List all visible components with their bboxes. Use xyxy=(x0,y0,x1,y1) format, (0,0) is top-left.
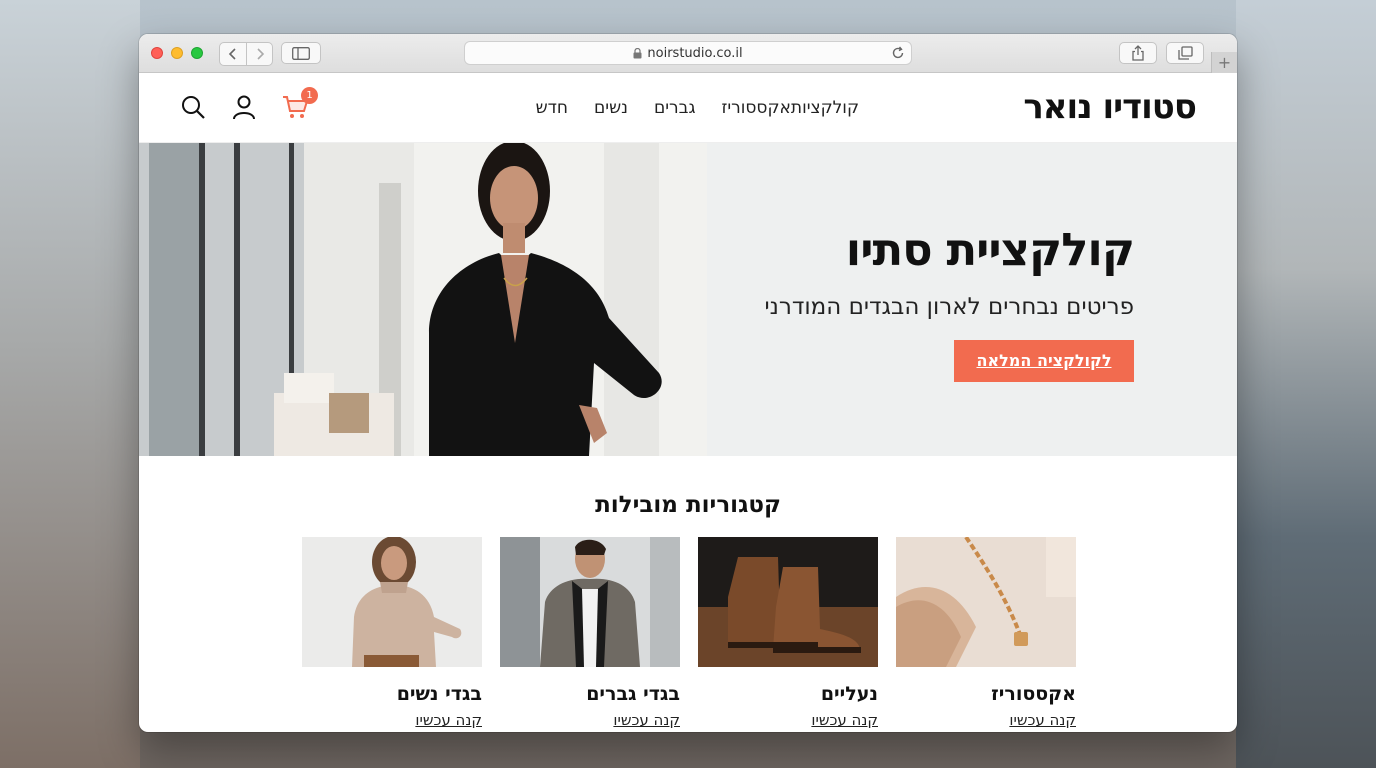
zoom-window-button[interactable] xyxy=(191,47,203,59)
shop-now-link[interactable]: קנה עכשיו xyxy=(302,711,482,729)
web-page: סטודיו נואר חדש נשים גברים אקססוריז קולק… xyxy=(139,73,1237,732)
category-card-womens-clothing[interactable]: בגדי נשים קנה עכשיו xyxy=(302,536,482,729)
account-button[interactable] xyxy=(230,93,258,121)
full-collection-button[interactable]: לקולקציה המלאה xyxy=(954,340,1134,382)
shop-now-link[interactable]: קנה עכשיו xyxy=(698,711,878,729)
category-card-accessories[interactable]: אקססוריז קנה עכשיו xyxy=(896,535,1076,729)
categories-title: קטגוריות מובילות xyxy=(595,492,781,518)
top-categories-section: קטגוריות מובילות אקססוריז קנה עכשיו נעלי… xyxy=(139,456,1237,732)
history-buttons xyxy=(219,42,273,66)
new-tab-button[interactable]: + xyxy=(1211,52,1237,73)
lock-icon xyxy=(633,47,642,59)
shop-now-link[interactable]: קנה עכשיו xyxy=(896,711,1076,729)
header-actions: 1 xyxy=(179,87,318,121)
category-name: נעליים xyxy=(820,683,878,705)
minimize-window-button[interactable] xyxy=(171,47,183,59)
cart-button[interactable]: 1 xyxy=(281,87,318,121)
category-card-shoes[interactable]: נעליים קנה עכשיו xyxy=(698,537,878,729)
hero-subtitle: פריטים נבחרים לארון הבגדים המודרני xyxy=(764,294,1134,320)
chevron-left-icon xyxy=(228,48,236,60)
category-name: בגדי נשים xyxy=(396,683,482,705)
category-name: בגדי גברים xyxy=(586,683,680,705)
desktop-background-right xyxy=(1236,0,1376,768)
user-icon xyxy=(233,95,255,120)
window-controls xyxy=(151,47,203,59)
tabs-icon xyxy=(1177,46,1193,60)
nav-item-men[interactable]: גברים xyxy=(654,98,696,118)
nav-item-women[interactable]: נשים xyxy=(594,98,628,118)
site-header: סטודיו נואר חדש נשים גברים אקססוריז קולק… xyxy=(139,73,1237,143)
forward-button[interactable] xyxy=(246,43,272,65)
nav-item-new[interactable]: חדש xyxy=(536,98,568,118)
tab-overview-button[interactable] xyxy=(1166,42,1204,64)
search-button[interactable] xyxy=(179,93,207,121)
site-logo[interactable]: סטודיו נואר xyxy=(1023,87,1197,127)
accessories-photo[interactable] xyxy=(896,535,1076,667)
sidebar-toggle-button[interactable] xyxy=(281,42,321,64)
cart-count-badge: 1 xyxy=(301,87,318,104)
address-bar[interactable]: noirstudio.co.il xyxy=(464,41,912,65)
category-name: אקססוריז xyxy=(991,683,1076,705)
share-icon xyxy=(1132,45,1144,61)
nav-item-collections[interactable]: קולקציות xyxy=(791,98,859,118)
hero-title: קולקציית סתיו xyxy=(845,223,1135,276)
hero-banner: קולקציית סתיו פריטים נבחרים לארון הבגדים… xyxy=(139,143,1237,456)
reload-icon[interactable] xyxy=(891,46,905,64)
category-cards: אקססוריז קנה עכשיו נעליים קנה עכשיו בגדי… xyxy=(302,535,1076,729)
back-button[interactable] xyxy=(220,43,246,65)
desktop-background-left xyxy=(0,0,140,768)
nav-item-accessories[interactable]: אקססוריז xyxy=(721,98,790,118)
category-card-mens-clothing[interactable]: בגדי גברים קנה עכשיו xyxy=(500,537,680,729)
shop-now-link[interactable]: קנה עכשיו xyxy=(500,711,680,729)
main-navigation: חדש נשים גברים אקססוריז קולקציות xyxy=(510,98,859,118)
browser-window: noirstudio.co.il + סטודיו נואר חדש נשים … xyxy=(139,34,1237,732)
browser-toolbar: noirstudio.co.il + xyxy=(139,34,1237,73)
mens-clothing-photo[interactable] xyxy=(500,537,680,667)
plus-icon: + xyxy=(1217,53,1232,72)
hero-model-photo xyxy=(139,143,707,456)
close-window-button[interactable] xyxy=(151,47,163,59)
hero-content: קולקציית סתיו פריטים נבחרים לארון הבגדים… xyxy=(764,223,1135,382)
womens-clothing-photo[interactable] xyxy=(302,536,482,667)
search-icon xyxy=(182,96,205,119)
sidebar-icon xyxy=(292,46,310,60)
share-button[interactable] xyxy=(1119,42,1157,64)
shoes-photo[interactable] xyxy=(698,537,878,667)
url-text: noirstudio.co.il xyxy=(647,45,743,61)
chevron-right-icon xyxy=(256,48,264,60)
